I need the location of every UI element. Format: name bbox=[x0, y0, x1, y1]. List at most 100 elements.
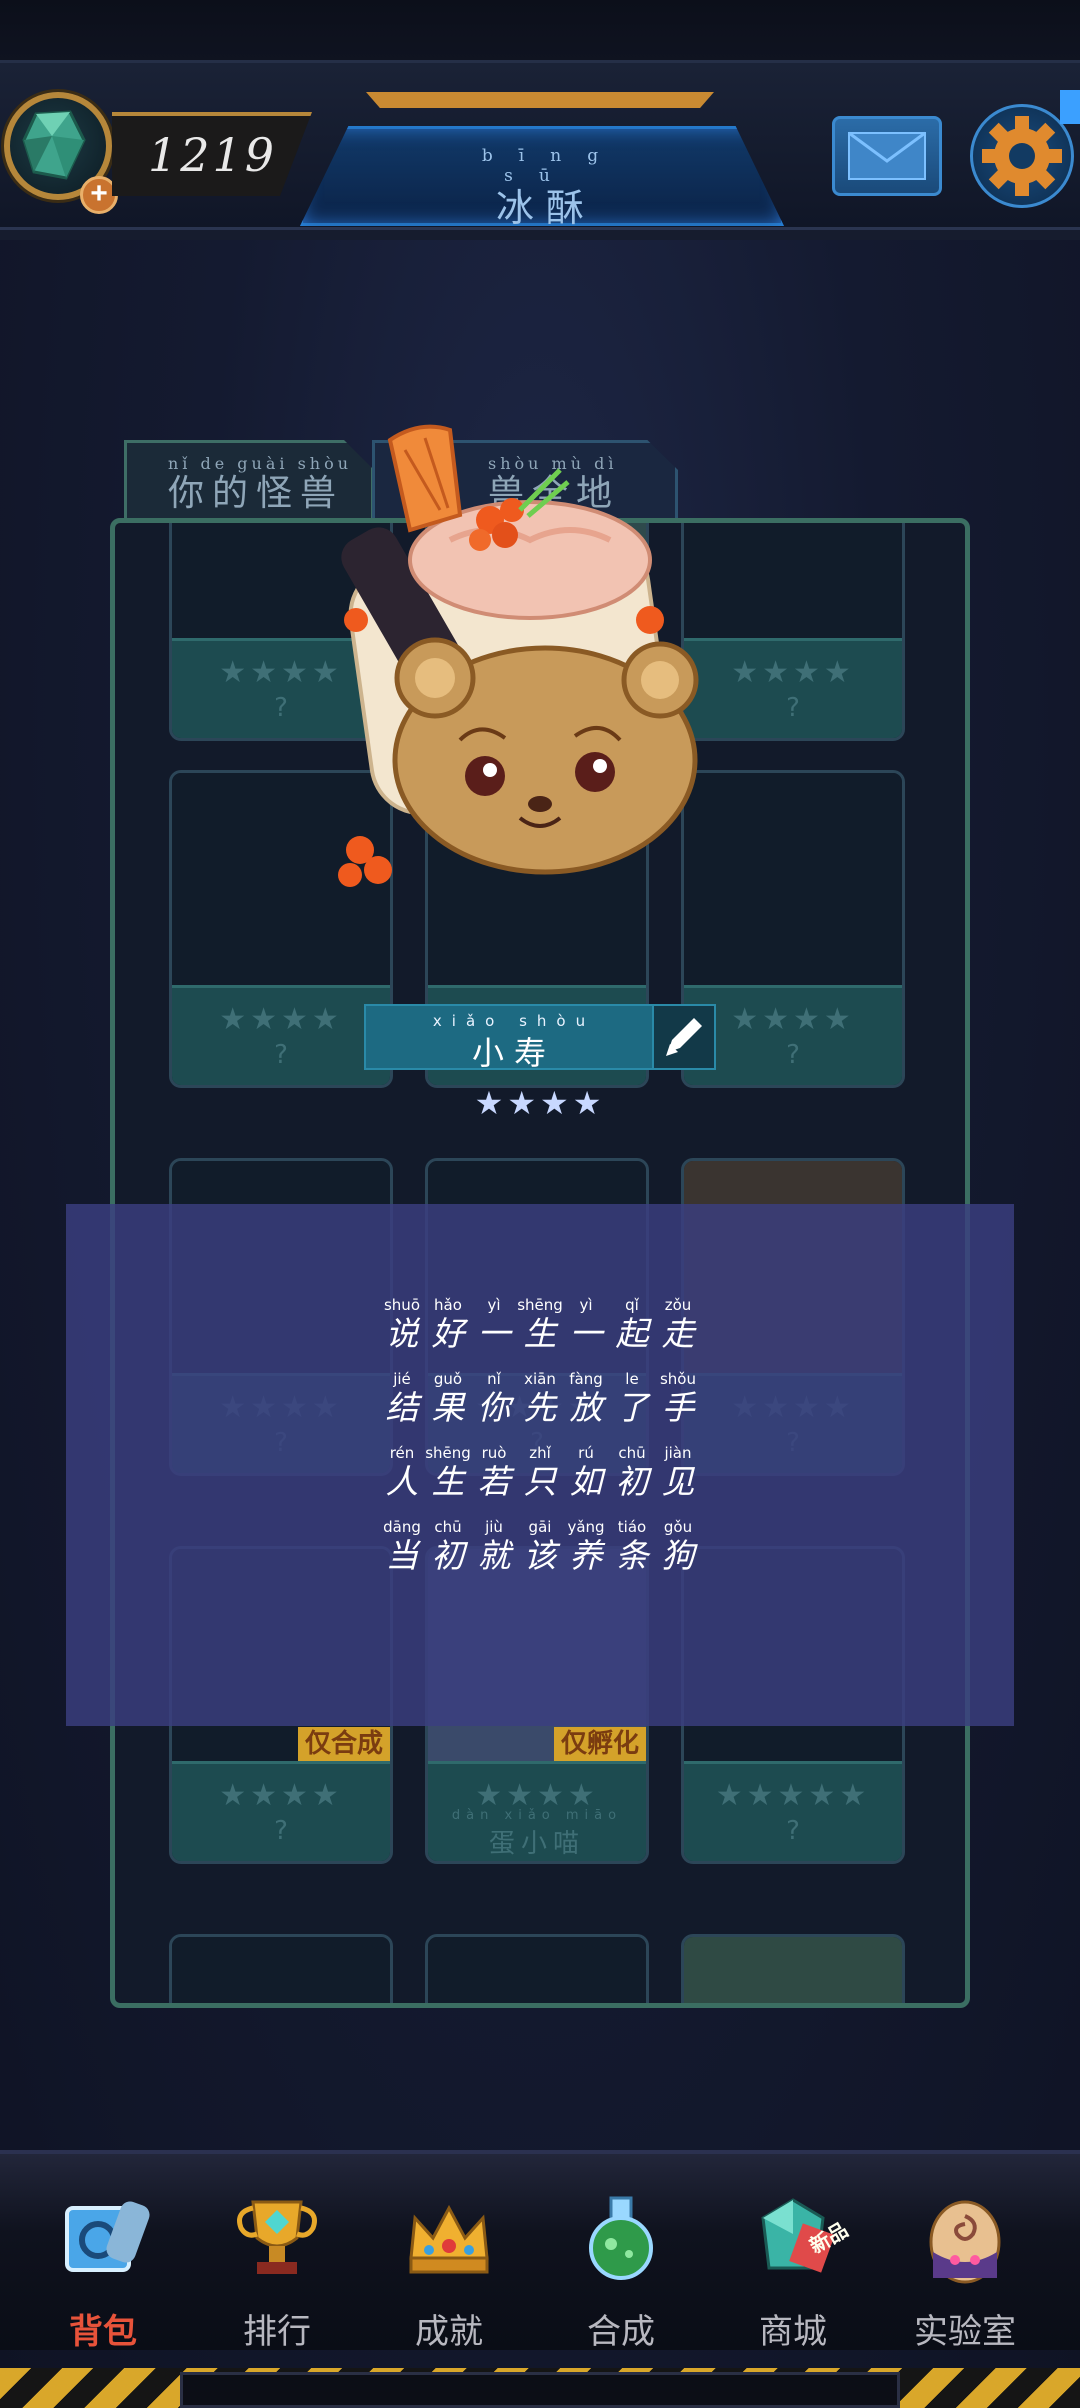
poem-char-pinyin: shēng bbox=[425, 1444, 471, 1462]
edit-name-button[interactable] bbox=[652, 1004, 716, 1070]
nav-achievements[interactable]: 成就 bbox=[364, 2170, 534, 2352]
monster-card[interactable] bbox=[169, 1934, 393, 2003]
monster-name: 小寿 bbox=[471, 1034, 556, 1072]
poem-char-text: 结 bbox=[385, 1388, 419, 1427]
poem-char-text: 你 bbox=[477, 1388, 511, 1427]
card-silhouette bbox=[172, 1937, 390, 2003]
poem-char: zǒu 走 bbox=[655, 1296, 701, 1370]
monster-card[interactable] bbox=[681, 1934, 905, 2003]
poem-char-text: 走 bbox=[661, 1314, 695, 1353]
poem-char-text: 狗 bbox=[661, 1536, 695, 1575]
poem-char: rú 如 bbox=[563, 1444, 609, 1518]
poem-char-text: 初 bbox=[431, 1536, 465, 1575]
poem-char: jiù 就 bbox=[471, 1518, 517, 1592]
poem-char: gāi 该 bbox=[517, 1518, 563, 1592]
poem-char-pinyin: rén bbox=[389, 1444, 415, 1462]
envelope-icon bbox=[848, 131, 926, 180]
tab-your-monsters-pinyin: nǐ de guài shòu bbox=[168, 454, 353, 473]
poem-char: rén 人 bbox=[379, 1444, 425, 1518]
poem-char-text: 说 bbox=[385, 1314, 419, 1353]
crown-icon bbox=[409, 2204, 489, 2274]
poem-overlay[interactable]: shuō 说 hǎo 好 yì 一 shēng 生 yì 一 qǐ 起 zǒu 走 jié 结 guǒ 果 nǐ 你 x… bbox=[66, 1204, 1014, 1726]
poem-char-pinyin: shuō bbox=[383, 1296, 420, 1314]
poem-char-pinyin: chū bbox=[434, 1518, 462, 1536]
card-silhouette bbox=[428, 1937, 646, 2003]
corner-indicator bbox=[1060, 90, 1080, 124]
poem-char: fàng 放 bbox=[563, 1370, 609, 1444]
nav-backpack[interactable]: 背包 bbox=[18, 2170, 188, 2352]
poem-char: shǒu 手 bbox=[655, 1370, 701, 1444]
poem-char-pinyin: zhǐ bbox=[529, 1444, 551, 1462]
poem-char: shēng 生 bbox=[517, 1296, 563, 1370]
mail-button[interactable] bbox=[832, 116, 942, 196]
poem-line: rén 人 shēng 生 ruò 若 zhǐ 只 rú 如 chū 初 jiàn 见 bbox=[66, 1444, 1014, 1518]
nav-ranking-label: 排行 bbox=[243, 2312, 311, 2352]
poem-char-text: 一 bbox=[477, 1314, 511, 1353]
poem-char-pinyin: jiàn bbox=[664, 1444, 692, 1462]
poem-char-pinyin: yǎng bbox=[567, 1518, 605, 1536]
poem-char: nǐ 你 bbox=[471, 1370, 517, 1444]
monster-card[interactable] bbox=[425, 1934, 649, 2003]
card-art bbox=[684, 1937, 902, 2003]
poem-char: dāng 当 bbox=[379, 1518, 425, 1592]
poem-char-text: 初 bbox=[615, 1462, 649, 1501]
nav-lab[interactable]: 实验室 bbox=[880, 2170, 1050, 2352]
poem-char-text: 生 bbox=[431, 1462, 465, 1501]
poem-char: gǒu 狗 bbox=[655, 1518, 701, 1592]
poem-char-pinyin: shēng bbox=[517, 1296, 563, 1314]
card-name: ? bbox=[786, 1816, 800, 1846]
card-stars: ★★★★ bbox=[219, 1002, 343, 1037]
card-name: ? bbox=[274, 1040, 288, 1070]
card-footer: ★★★★★ ? bbox=[684, 1761, 902, 1861]
poem-char-pinyin: chū bbox=[618, 1444, 646, 1462]
card-footer: ★★★★ ? bbox=[684, 985, 902, 1085]
poem-char-pinyin: gāi bbox=[528, 1518, 552, 1536]
card-name-ruby: dàn xiǎo miāo 蛋小喵 bbox=[428, 1808, 646, 1860]
poem-char: shuō 说 bbox=[379, 1296, 425, 1370]
gem-icon bbox=[22, 110, 86, 180]
monster-rarity-stars: ★★★★ bbox=[474, 1084, 606, 1122]
poem-char: le 了 bbox=[609, 1370, 655, 1444]
poem-char-text: 当 bbox=[385, 1536, 419, 1575]
poem-char: chū 初 bbox=[425, 1518, 471, 1592]
nav-shop-label: 商城 bbox=[759, 2312, 827, 2352]
poem-char: zhǐ 只 bbox=[517, 1444, 563, 1518]
poem-char-pinyin: yì bbox=[579, 1296, 593, 1314]
settings-button[interactable] bbox=[970, 104, 1074, 208]
card-name: ? bbox=[274, 1816, 288, 1846]
nav-backpack-label: 背包 bbox=[69, 2312, 137, 2352]
poem-char: jié 结 bbox=[379, 1370, 425, 1444]
poem-char-text: 只 bbox=[523, 1462, 557, 1501]
poem-char: tiáo 条 bbox=[609, 1518, 655, 1592]
title-top-bar bbox=[366, 92, 714, 108]
card-name: 蛋小喵 bbox=[488, 1829, 585, 1859]
poem-char-pinyin: rú bbox=[578, 1444, 594, 1462]
card-footer: ★★★★ dàn xiǎo miāo 蛋小喵 bbox=[428, 1761, 646, 1861]
poem-char: guǒ 果 bbox=[425, 1370, 471, 1444]
nav-ranking[interactable]: 排行 bbox=[192, 2170, 362, 2352]
nav-synthesis[interactable]: 合成 bbox=[536, 2170, 706, 2352]
poem-char-pinyin: gǒu bbox=[663, 1518, 693, 1536]
poem-char: shēng 生 bbox=[425, 1444, 471, 1518]
poem-char-text: 一 bbox=[569, 1314, 603, 1353]
poem-char-pinyin: nǐ bbox=[487, 1370, 501, 1388]
nav-achievements-label: 成就 bbox=[415, 2312, 483, 2352]
poem-char: ruò 若 bbox=[471, 1444, 517, 1518]
page-title-text: 冰酥 bbox=[495, 186, 596, 230]
nav-shop[interactable]: 新品 商城 bbox=[708, 2170, 878, 2352]
poem-char-pinyin: fàng bbox=[569, 1370, 603, 1388]
poem-char-pinyin: shǒu bbox=[659, 1370, 696, 1388]
poem-char-text: 好 bbox=[431, 1314, 465, 1353]
poem-char-pinyin: le bbox=[625, 1370, 639, 1388]
monster-name-plate: xiǎo shòu 小寿 bbox=[364, 1004, 654, 1072]
poem-char-pinyin: qǐ bbox=[625, 1296, 639, 1314]
poem-char-pinyin: hǎo bbox=[434, 1296, 462, 1314]
card-name-pinyin: dàn xiǎo miāo bbox=[451, 1808, 623, 1823]
card-name: ? bbox=[786, 1040, 800, 1070]
poem-char-text: 了 bbox=[615, 1388, 649, 1427]
lab-egg-icon bbox=[929, 2200, 1001, 2284]
hatch-only-badge: 仅孵化 bbox=[554, 1727, 646, 1761]
pencil-icon bbox=[666, 1018, 702, 1056]
gem-count: 1219 bbox=[148, 128, 278, 182]
synthesis-only-badge: 仅合成 bbox=[298, 1727, 390, 1761]
